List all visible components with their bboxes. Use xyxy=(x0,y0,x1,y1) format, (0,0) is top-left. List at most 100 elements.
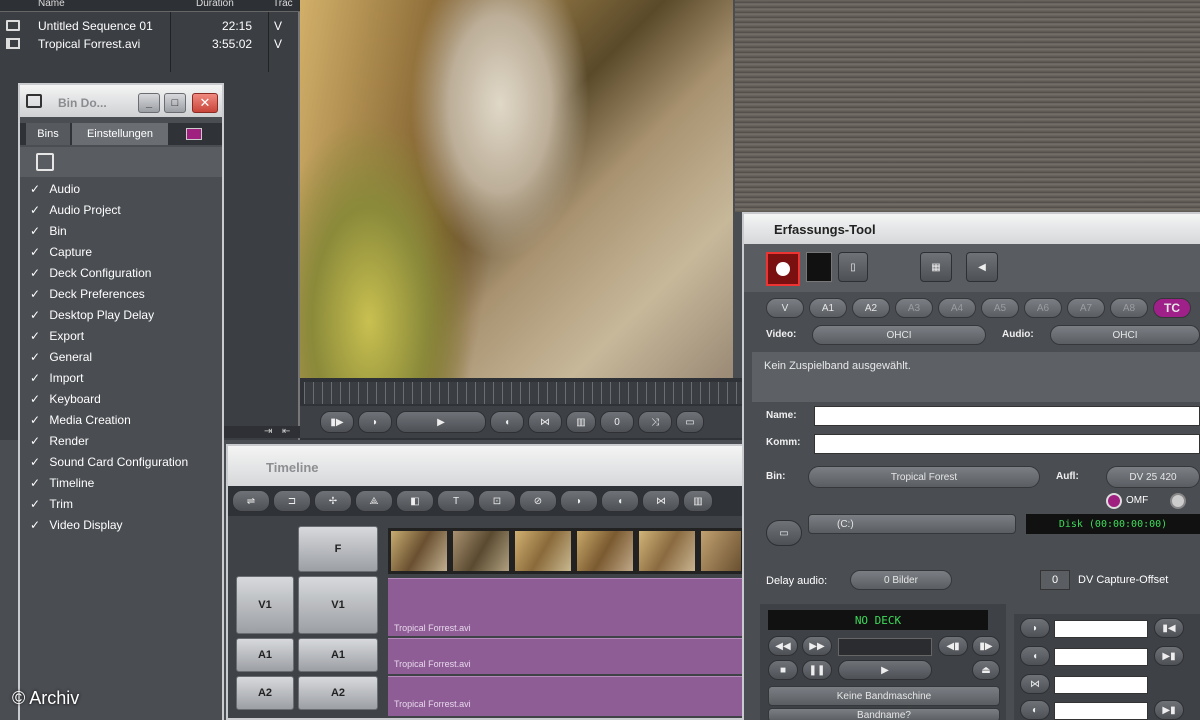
timecode-button[interactable]: TC xyxy=(1153,298,1191,318)
source-track-a1[interactable]: A1 xyxy=(236,638,294,672)
close-button[interactable]: ✕ xyxy=(192,93,218,113)
bin-row[interactable]: Untitled Sequence 01 22:15 V xyxy=(0,17,300,35)
source-track-a2[interactable]: A2 xyxy=(236,676,294,710)
list-item[interactable]: ✓ General xyxy=(20,347,222,368)
list-item[interactable]: ✓ Sound Card Configuration xyxy=(20,452,222,473)
mark-out-field[interactable] xyxy=(1054,648,1148,666)
record-button[interactable] xyxy=(766,252,800,286)
clip-name-icon[interactable]: ◐ xyxy=(1020,700,1050,720)
play-icon[interactable]: ▶ xyxy=(838,660,932,680)
mark-in-field[interactable] xyxy=(1054,620,1148,638)
record-monitor[interactable] xyxy=(735,0,1200,212)
disable-icon[interactable]: ⊘ xyxy=(519,490,557,512)
delay-select[interactable]: 0 Bilder xyxy=(850,570,952,590)
source-track-v1[interactable]: V1 xyxy=(236,576,294,634)
title-bar[interactable]: Timeline xyxy=(228,446,744,486)
list-item[interactable]: ✓ Keyboard xyxy=(20,389,222,410)
list-item[interactable]: ✓ Import xyxy=(20,368,222,389)
duration-field[interactable] xyxy=(1054,676,1148,694)
clip-v1[interactable]: Tropical Forrest.avi xyxy=(388,578,744,636)
speaker-icon[interactable]: ◀ xyxy=(966,252,998,282)
mark-in-icon[interactable]: ◗ xyxy=(560,490,598,512)
list-item[interactable]: ✓ Video Display xyxy=(20,515,222,536)
goto-in-icon[interactable]: ▮◀ xyxy=(1154,618,1184,638)
list-item[interactable]: ✓ Audio xyxy=(20,179,222,200)
minimize-button[interactable]: _ xyxy=(138,93,160,113)
track-button-a1[interactable]: A1 xyxy=(809,298,847,318)
segment-icon[interactable]: ◧ xyxy=(396,490,434,512)
arrow-left-icon[interactable]: ⇤ xyxy=(282,426,290,437)
track-button-a4[interactable]: A4 xyxy=(938,298,976,318)
position-bar[interactable] xyxy=(304,382,742,404)
mark-out-icon[interactable]: ◖ xyxy=(490,411,524,433)
timecode-track-header[interactable]: F xyxy=(298,526,378,572)
track-button-a2[interactable]: A2 xyxy=(852,298,890,318)
list-item[interactable]: ✓ Media Creation xyxy=(20,410,222,431)
lift-icon[interactable]: ⊐ xyxy=(273,490,311,512)
list-item[interactable]: ✓ Capture xyxy=(20,242,222,263)
mxf-radio[interactable] xyxy=(1170,493,1186,509)
goto-clip-icon[interactable]: ▶▮ xyxy=(1154,700,1184,720)
title-tool-icon[interactable]: T xyxy=(437,490,475,512)
tab-einstellungen[interactable]: Einstellungen xyxy=(72,123,168,145)
render-icon[interactable]: ⊡ xyxy=(478,490,516,512)
film-icon[interactable]: ▦ xyxy=(920,252,952,282)
goto-out-icon[interactable]: ▶▮ xyxy=(1154,646,1184,666)
source-monitor[interactable] xyxy=(300,0,733,378)
list-item[interactable]: ✓ Desktop Play Delay xyxy=(20,305,222,326)
play-icon[interactable]: ▶ xyxy=(396,411,486,433)
tab-bins[interactable]: Bins xyxy=(26,123,70,145)
trash-icon[interactable]: ▯ xyxy=(838,252,868,282)
clip-a2[interactable]: Tropical Forrest.avi xyxy=(388,676,744,716)
offset-field[interactable]: 0 xyxy=(1040,570,1070,590)
title-bar[interactable]: Erfassungs-Tool xyxy=(744,214,1200,244)
trim-icon[interactable]: ⟁ xyxy=(355,490,393,512)
list-item[interactable]: ✓ Timeline xyxy=(20,473,222,494)
record-track-a2[interactable]: A2 xyxy=(298,676,378,710)
omf-radio[interactable] xyxy=(1106,493,1122,509)
list-item[interactable]: ✓ Bin xyxy=(20,221,222,242)
step-back-icon[interactable]: ▮▶ xyxy=(320,411,354,433)
settings-sliders-icon[interactable]: ⇌ xyxy=(232,490,270,512)
bin-row[interactable]: Tropical Forrest.avi 3:55:02 V xyxy=(0,35,300,53)
mark-in-icon[interactable]: ◗ xyxy=(1020,618,1050,638)
stop-button[interactable] xyxy=(806,252,832,282)
match-frame-icon[interactable]: ▥ xyxy=(683,490,713,512)
list-item[interactable]: ✓ Audio Project xyxy=(20,200,222,221)
track-button-a5[interactable]: A5 xyxy=(981,298,1019,318)
clear-marks-icon[interactable]: ⋈ xyxy=(642,490,680,512)
name-field[interactable] xyxy=(814,406,1200,426)
col-duration-header[interactable]: Duration xyxy=(196,0,234,9)
match-frame-icon[interactable]: ▥ xyxy=(566,411,596,433)
track-button-v[interactable]: V xyxy=(766,298,804,318)
shuttle-slider[interactable] xyxy=(838,638,932,656)
eject-icon[interactable]: ⏏ xyxy=(972,660,1000,680)
audio-input-select[interactable]: OHCI xyxy=(1050,325,1200,345)
mark-out-icon[interactable]: ◖ xyxy=(601,490,639,512)
rewind-icon[interactable]: ◀◀ xyxy=(768,636,798,656)
clip-a1[interactable]: Tropical Forrest.avi xyxy=(388,638,744,674)
stop-icon[interactable]: ■ xyxy=(768,660,798,680)
list-item[interactable]: ✓ Deck Configuration xyxy=(20,263,222,284)
video-input-select[interactable]: OHCI xyxy=(812,325,986,345)
col-name-header[interactable]: Name xyxy=(38,0,65,9)
track-button-a6[interactable]: A6 xyxy=(1024,298,1062,318)
tab-menu-icon[interactable] xyxy=(186,128,202,140)
overwrite-icon[interactable]: ▭ xyxy=(676,411,704,433)
col-tracks-header[interactable]: Trac xyxy=(273,0,293,9)
comment-field[interactable] xyxy=(814,434,1200,454)
list-item[interactable]: ✓ Render xyxy=(20,431,222,452)
clip-field[interactable] xyxy=(1054,702,1148,720)
list-item[interactable]: ✓ Deck Preferences xyxy=(20,284,222,305)
resolution-select[interactable]: DV 25 420 xyxy=(1106,466,1200,488)
record-track-a1[interactable]: A1 xyxy=(298,638,378,672)
settings-view-icon[interactable] xyxy=(36,153,54,171)
mark-in-icon[interactable]: ◗ xyxy=(358,411,392,433)
track-button-a7[interactable]: A7 xyxy=(1067,298,1105,318)
tape-name-select[interactable]: Bandname? xyxy=(768,708,1000,720)
list-item[interactable]: ✓ Trim xyxy=(20,494,222,515)
extract-icon[interactable]: ✢ xyxy=(314,490,352,512)
pause-icon[interactable]: ❚❚ xyxy=(802,660,832,680)
track-button-a3[interactable]: A3 xyxy=(895,298,933,318)
arrow-right-icon[interactable]: ⇥ xyxy=(264,426,272,437)
